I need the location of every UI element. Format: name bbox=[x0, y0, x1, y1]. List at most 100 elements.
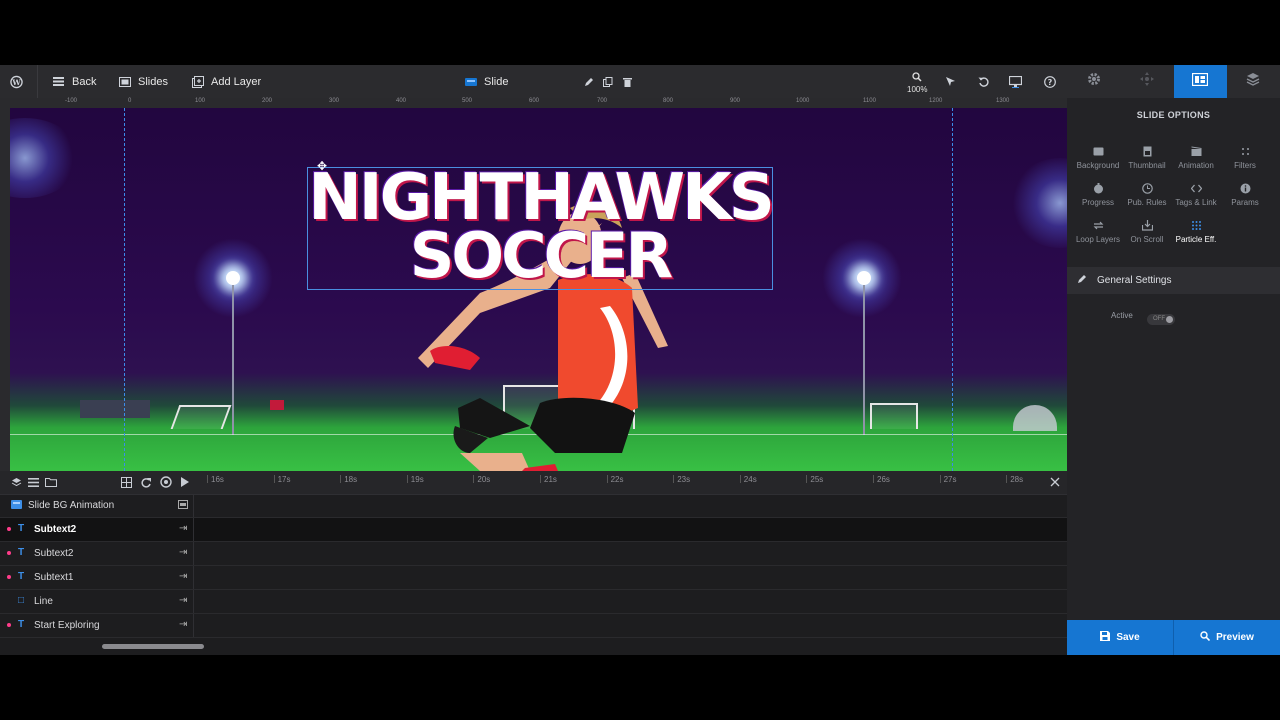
time-tick: 27s bbox=[939, 475, 957, 484]
layer-row[interactable]: T Start Exploring ⇥ bbox=[0, 614, 1067, 638]
toggle-knob bbox=[1166, 316, 1173, 323]
option-filters[interactable]: Filters bbox=[1220, 146, 1270, 170]
option-params[interactable]: Params bbox=[1220, 183, 1270, 207]
option-label: Thumbnail bbox=[1128, 161, 1166, 170]
option-label: Pub. Rules bbox=[1127, 198, 1167, 207]
ruler-mark: 200 bbox=[262, 98, 273, 104]
ruler-mark: 900 bbox=[730, 98, 741, 104]
slide-bg-animation-row[interactable]: Slide BG Animation bbox=[0, 494, 1067, 518]
select-tool-button[interactable] bbox=[944, 65, 957, 98]
help-button[interactable]: ? bbox=[1043, 65, 1056, 98]
layer-status-dot bbox=[7, 575, 11, 579]
layer-row[interactable]: T Subtext1 ⇥ bbox=[0, 566, 1067, 590]
filters-icon bbox=[1241, 148, 1249, 155]
layer-row[interactable]: T Subtext2 ⇥ bbox=[0, 518, 1067, 542]
toolbar-divider bbox=[37, 65, 38, 98]
option-thumbnail[interactable]: Thumbnail bbox=[1122, 146, 1172, 170]
wordpress-logo-button[interactable]: W bbox=[10, 65, 23, 98]
back-button[interactable]: Back bbox=[52, 65, 96, 98]
bg-settings-icon[interactable] bbox=[178, 500, 188, 512]
option-animation[interactable]: Animation bbox=[1171, 146, 1221, 170]
svg-text:?: ? bbox=[1047, 78, 1052, 87]
option-particle-eff[interactable]: Particle Eff. bbox=[1171, 220, 1221, 244]
layer-status-dot bbox=[7, 551, 11, 555]
option-tags-link[interactable]: Tags & Link bbox=[1171, 183, 1221, 207]
option-background[interactable]: Background bbox=[1073, 146, 1123, 170]
back-label: Back bbox=[72, 75, 97, 88]
option-progress[interactable]: Progress bbox=[1073, 183, 1123, 207]
folder-icon[interactable] bbox=[45, 476, 57, 488]
code-icon bbox=[1190, 184, 1202, 193]
preview-button[interactable]: Preview bbox=[1173, 620, 1280, 655]
ruler-mark: 0 bbox=[128, 98, 132, 104]
ruler-mark: 700 bbox=[597, 98, 608, 104]
layer-label: Subtext1 bbox=[34, 572, 74, 583]
option-pub-rules[interactable]: Pub. Rules bbox=[1122, 183, 1172, 207]
option-label: On Scroll bbox=[1130, 235, 1164, 244]
grid-guide-right bbox=[952, 108, 953, 471]
grid-guide-left bbox=[124, 108, 125, 471]
tab-navigation[interactable] bbox=[1120, 65, 1173, 98]
trash-icon bbox=[621, 75, 634, 88]
snap-grid-icon[interactable] bbox=[120, 476, 132, 488]
edit-slide-button[interactable] bbox=[582, 65, 595, 98]
desktop-view-button[interactable] bbox=[1009, 65, 1022, 98]
timeline-scrollbar[interactable] bbox=[102, 644, 204, 649]
gear-icon bbox=[1087, 72, 1101, 91]
text-layer-icon: T bbox=[18, 619, 25, 630]
text-layer-icon: T bbox=[18, 547, 25, 558]
layer-end-icon[interactable]: ⇥ bbox=[179, 571, 187, 582]
layer-label: Start Exploring bbox=[34, 620, 100, 631]
close-icon[interactable] bbox=[1049, 476, 1061, 488]
slide-options-panel: SLIDE OPTIONS Background Thumbnail Animati… bbox=[1067, 98, 1280, 655]
layer-end-icon[interactable]: ⇥ bbox=[179, 523, 187, 534]
ruler-mark: 100 bbox=[195, 98, 206, 104]
slide-canvas[interactable]: NIGHTHAWKS SOCCER ✥ bbox=[10, 108, 1067, 471]
slide-bg-animation-cell: Slide BG Animation bbox=[0, 494, 194, 517]
ruler-mark: 1100 bbox=[863, 98, 876, 104]
time-tick: 22s bbox=[606, 475, 624, 484]
layer-name-cell: T Subtext2 ⇥ bbox=[0, 542, 194, 565]
layer-end-icon[interactable]: ⇥ bbox=[179, 595, 187, 606]
zoom-control[interactable]: 100% bbox=[907, 72, 927, 94]
layer-row[interactable]: □ Line ⇥ bbox=[0, 590, 1067, 614]
list-view-icon[interactable] bbox=[27, 476, 39, 488]
slide-selector[interactable]: Slide bbox=[464, 65, 508, 98]
save-button[interactable]: Save bbox=[1067, 620, 1173, 655]
move-handle-icon[interactable]: ✥ bbox=[317, 159, 327, 173]
tab-slide-options[interactable] bbox=[1173, 65, 1227, 98]
layer-selection-box[interactable] bbox=[307, 167, 773, 290]
tab-module-settings[interactable] bbox=[1067, 65, 1120, 98]
option-loop-layers[interactable]: Loop Layers bbox=[1073, 220, 1123, 244]
time-tick: 18s bbox=[340, 475, 358, 484]
layers-toggle-icon[interactable] bbox=[10, 476, 22, 488]
general-settings-label: General Settings bbox=[1097, 275, 1172, 286]
time-tick: 26s bbox=[873, 475, 890, 484]
time-tick: 25s bbox=[806, 475, 824, 484]
general-settings-header[interactable]: General Settings bbox=[1067, 267, 1280, 294]
duplicate-slide-button[interactable] bbox=[601, 65, 614, 98]
option-label: Loop Layers bbox=[1075, 235, 1121, 244]
menu-icon bbox=[52, 75, 65, 88]
audio-icon[interactable] bbox=[160, 476, 172, 488]
layer-row[interactable]: T Subtext2 ⇥ bbox=[0, 542, 1067, 566]
layer-end-icon[interactable]: ⇥ bbox=[179, 619, 187, 630]
active-toggle[interactable]: OFF bbox=[1147, 314, 1175, 325]
option-on-scroll[interactable]: On Scroll bbox=[1122, 220, 1172, 244]
loop-icon[interactable] bbox=[140, 476, 152, 488]
layer-status-dot bbox=[7, 623, 11, 627]
option-label: Params bbox=[1231, 198, 1259, 207]
ruler-mark: 600 bbox=[529, 98, 540, 104]
layer-label: Subtext2 bbox=[34, 524, 77, 535]
toggle-state: OFF bbox=[1153, 316, 1165, 322]
undo-button[interactable] bbox=[977, 65, 990, 98]
text-layer-icon: T bbox=[18, 571, 25, 582]
save-preview-bar: Save Preview bbox=[1067, 620, 1280, 655]
add-layer-button[interactable]: Add Layer bbox=[191, 65, 261, 98]
delete-slide-button[interactable] bbox=[621, 65, 634, 98]
ruler-mark: 1200 bbox=[929, 98, 943, 104]
tab-layer-options[interactable] bbox=[1227, 65, 1280, 98]
layer-end-icon[interactable]: ⇥ bbox=[179, 547, 187, 558]
slides-button[interactable]: Slides bbox=[118, 65, 168, 98]
play-icon[interactable] bbox=[178, 476, 190, 488]
